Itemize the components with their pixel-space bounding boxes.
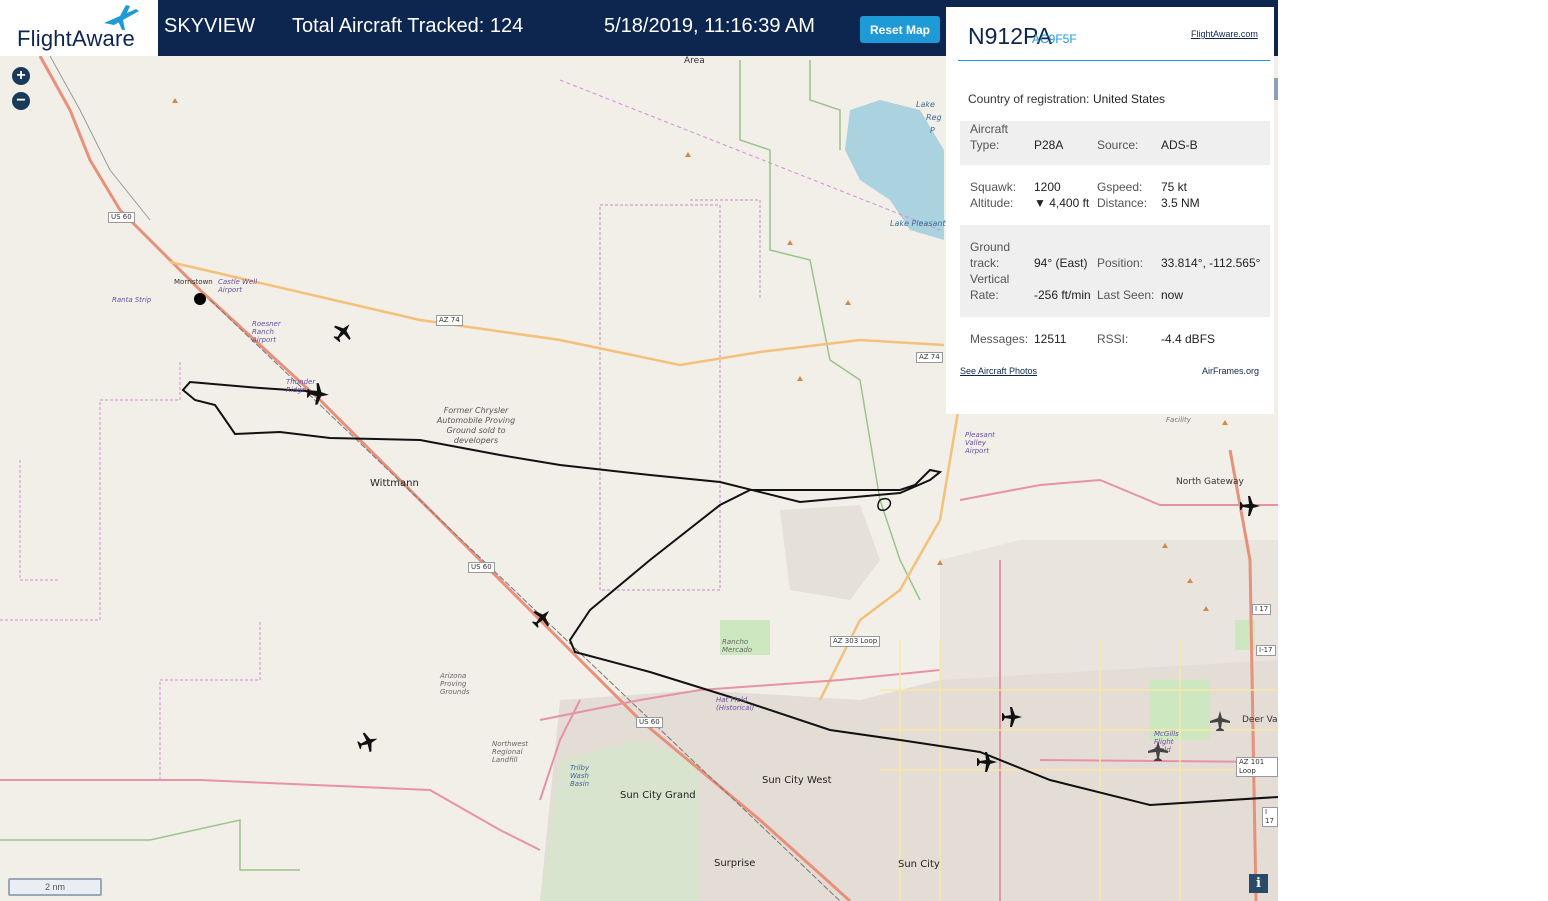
map-label-area: Area [684, 56, 705, 66]
flightaware-logo[interactable]: FlightAware [0, 0, 158, 56]
position-label: Position: [1097, 256, 1144, 270]
aircraft-icon[interactable] [331, 320, 355, 344]
ground-track-value: 94° (East) [1034, 256, 1088, 270]
distance-label: Distance: [1097, 196, 1148, 210]
map-label-former-chrysler: Former Chrysler Automobile Proving Groun… [436, 406, 516, 445]
map-label-morristown: Morristown [174, 278, 213, 286]
map-label-ranta-strip: Ranta Strip [112, 296, 152, 304]
vertical-rate-value: -256 ft/min [1034, 288, 1091, 302]
map-label-nw-landfill: Northwest Regional Landfill [492, 740, 529, 764]
vertical-rate-label-2: Rate: [970, 288, 999, 302]
zoom-out-button[interactable]: − [12, 92, 30, 110]
aircraft-icon[interactable] [1146, 739, 1170, 763]
aircraft-icon[interactable] [530, 606, 554, 630]
aircraft-type-label-2: Type: [970, 138, 1000, 152]
aircraft-photos-link[interactable]: See Aircraft Photos [960, 366, 1037, 376]
logo-wordmark: FlightAware [17, 26, 135, 51]
map-label-lake-3: P [930, 126, 935, 135]
total-aircraft-count: Total Aircraft Tracked: 124 [292, 15, 524, 37]
aircraft-icon[interactable] [1000, 705, 1024, 729]
road-shield-az101: AZ 101 Loop [1236, 757, 1278, 777]
app-name: SKYVIEW [164, 15, 256, 37]
distance-value: 3.5 NM [1161, 196, 1200, 210]
ground-track-label-2: track: [970, 256, 1000, 270]
messages-value: 12511 [1034, 332, 1067, 346]
altitude-value: ▼ 4,400 ft [1034, 196, 1090, 210]
source-value: ADS-B [1161, 138, 1198, 152]
road-shield-az303: AZ 303 Loop [830, 636, 881, 647]
aircraft-icon[interactable] [1238, 494, 1262, 518]
source-label: Source: [1097, 138, 1139, 152]
selected-aircraft-icon[interactable] [305, 381, 331, 407]
map-scale-bar: 2 nm [8, 878, 102, 896]
map-label-deer-valley: Deer Valle [1242, 715, 1278, 725]
map-label-hat-field: Hat Field (Historical) [716, 696, 755, 712]
panel-divider [958, 60, 1270, 61]
reset-map-button[interactable]: Reset Map [860, 16, 940, 43]
map-label-trilby: Trilby Wash Basin [570, 764, 590, 788]
road-shield-us60: US 60 [636, 717, 663, 728]
road-shield-us60: US 60 [108, 212, 135, 223]
info-icon[interactable]: i [1249, 874, 1268, 893]
road-shield-i17: I-17 [1256, 645, 1276, 656]
position-value: 33.814°, -112.565° [1161, 256, 1261, 270]
messages-label: Messages: [970, 332, 1029, 346]
gspeed-value: 75 kt [1161, 180, 1188, 194]
map-label-surprise: Surprise [714, 858, 756, 869]
aircraft-type-value: P28A [1034, 138, 1064, 152]
gspeed-label: Gspeed: [1097, 180, 1143, 194]
vertical-rate-label: Vertical [970, 272, 1010, 286]
airframes-link[interactable]: AirFrames.org [1202, 366, 1259, 376]
map-label-facility: Facility [1166, 416, 1191, 424]
map-label-lake: Lake [916, 100, 935, 109]
aircraft-detail-panel: N912PA AC9F5F FlightAware.com Country of… [946, 7, 1274, 414]
road-shield-i17: I 17 [1262, 807, 1278, 827]
map-label-sun-city-west: Sun City West [762, 775, 832, 786]
ground-track-label: Ground [970, 240, 1011, 254]
skyview-app: FlightAware SKYVIEW Total Aircraft Track… [0, 0, 1278, 901]
aircraft-icon[interactable] [1208, 709, 1232, 733]
country-label: Country of registration: [968, 92, 1090, 106]
last-seen-value: now [1161, 288, 1184, 302]
map-label-sun-city: Sun City [898, 859, 940, 870]
country-value: United States [1093, 92, 1166, 106]
zoom-in-button[interactable]: + [12, 67, 30, 85]
aircraft-hex-code: AC9F5F [1032, 32, 1077, 46]
aircraft-icon[interactable] [356, 730, 380, 754]
road-shield-az74: AZ 74 [436, 315, 463, 326]
map-label-lake-2: Reg [926, 113, 942, 122]
flightaware-link[interactable]: FlightAware.com [1191, 29, 1258, 39]
map-label-lake-inner: Lake Pleasant [890, 219, 946, 228]
aircraft-type-label: Aircraft [970, 122, 1009, 136]
last-seen-label: Last Seen: [1097, 288, 1155, 302]
map-label-north-gateway: North Gateway [1176, 477, 1244, 487]
map-label-wittmann: Wittmann [370, 478, 419, 489]
map-label-rancho-mercado: Rancho Mercado [722, 638, 753, 654]
map-label-castle-well: Castle Well Airport [218, 278, 258, 294]
road-shield-i17: I 17 [1252, 604, 1272, 615]
altitude-label: Altitude: [970, 196, 1014, 210]
rssi-label: RSSI: [1097, 332, 1129, 346]
map-label-arizona-proving: Arizona Proving Grounds [440, 672, 470, 696]
squawk-value: 1200 [1034, 180, 1061, 194]
aircraft-icon[interactable] [975, 750, 999, 774]
map-label-roesner-ranch: Roesner Ranch Airport [252, 320, 281, 344]
map-label-sun-city-grand: Sun City Grand [620, 790, 696, 801]
road-shield-us60: US 60 [468, 562, 495, 573]
current-datetime: 5/18/2019, 11:16:39 AM [604, 15, 815, 37]
road-shield-az74: AZ 74 [916, 352, 943, 363]
map-label-pleasant-valley: Pleasant Valley Airport [965, 431, 995, 455]
rssi-value: -4.4 dBFS [1161, 332, 1216, 346]
squawk-label: Squawk: [970, 180, 1017, 194]
